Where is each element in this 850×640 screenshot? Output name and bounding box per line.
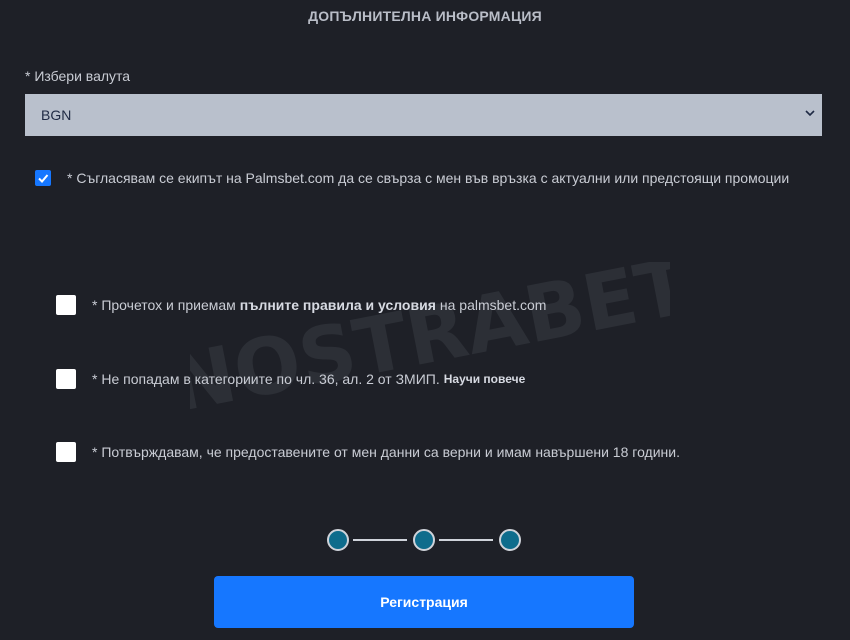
currency-select[interactable]: BGN — [25, 94, 822, 136]
terms-suffix: на palmsbet.com — [439, 297, 547, 313]
terms-prefix: * Прочетох и приемам — [92, 297, 236, 313]
currency-label: * Избери валута — [25, 68, 131, 84]
zmip-learn-more-link[interactable]: Научи повече — [444, 372, 526, 386]
currency-selected-value: BGN — [41, 107, 72, 123]
step-connector-2 — [439, 539, 493, 541]
checkmark-icon — [38, 174, 49, 183]
progress-stepper — [327, 529, 521, 551]
watermark-text: NOSTRABET — [190, 262, 670, 412]
watermark-logo: NOSTRABET — [190, 262, 670, 412]
step-connector-1 — [353, 539, 407, 541]
terms-checkbox[interactable] — [56, 295, 76, 315]
terms-row: * Прочетох и приемам пълните правила и у… — [56, 295, 546, 315]
step-2-dot — [413, 529, 435, 551]
terms-link[interactable]: пълните правила и условия — [240, 297, 436, 313]
step-1-dot — [327, 529, 349, 551]
register-button[interactable]: Регистрация — [214, 576, 634, 628]
zmip-text: * Не попадам в категориите по чл. 36, ал… — [92, 371, 440, 387]
step-3-dot — [499, 529, 521, 551]
zmip-row: * Не попадам в категориите по чл. 36, ал… — [56, 369, 525, 389]
marketing-consent-text: * Съгласявам се екипът на Palmsbet.com д… — [67, 170, 790, 186]
chevron-down-icon — [805, 110, 815, 117]
age-confirm-checkbox[interactable] — [56, 442, 76, 462]
marketing-consent-row: * Съгласявам се екипът на Palmsbet.com д… — [35, 170, 789, 186]
age-confirm-row: * Потвърждавам, че предоставените от мен… — [56, 442, 680, 462]
zmip-checkbox[interactable] — [56, 369, 76, 389]
marketing-consent-checkbox[interactable] — [35, 170, 51, 186]
age-confirm-text: * Потвърждавам, че предоставените от мен… — [92, 444, 680, 460]
section-title: ДОПЪЛНИТЕЛНА ИНФОРМАЦИЯ — [308, 8, 542, 24]
